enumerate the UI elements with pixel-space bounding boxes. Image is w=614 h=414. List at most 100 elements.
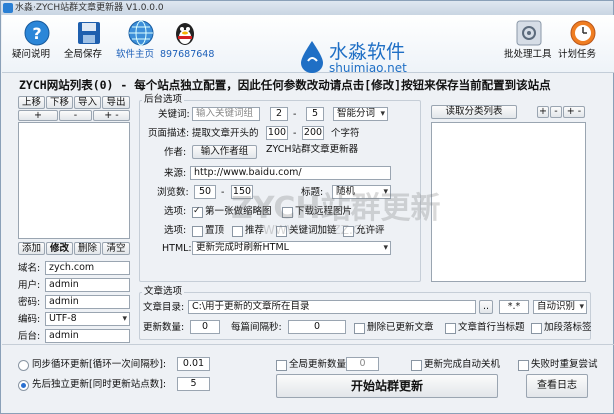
read-category-list-button[interactable]: 读取分类列表 xyxy=(431,105,517,119)
title-mode-label: 标题: xyxy=(301,187,324,198)
views-min-field[interactable]: 50 xyxy=(194,185,216,199)
site-list[interactable] xyxy=(18,122,130,239)
keyword-max-field[interactable]: 5 xyxy=(306,107,324,121)
interval-field[interactable]: 0 xyxy=(288,320,346,334)
author-label: 作者: xyxy=(164,147,187,158)
domain-label: 域名: xyxy=(18,263,41,274)
views-label: 浏览数: xyxy=(157,187,189,198)
sync-loop-radio[interactable]: 同步循环更新[循环一次间隔秒]: xyxy=(18,359,166,371)
retry-on-failure-checkbox[interactable]: 失败时重复尝试 xyxy=(518,359,598,371)
help-icon: ? xyxy=(24,20,50,46)
globe-icon xyxy=(128,20,154,46)
start-update-button[interactable]: 开始站群更新 xyxy=(276,374,498,398)
browse-dir-button[interactable]: .. xyxy=(479,300,493,314)
save-all-button[interactable]: 全局保存 xyxy=(64,19,114,60)
qq-link[interactable]: 897687648 xyxy=(160,19,214,60)
source-field[interactable]: http://www.baidu.com/ xyxy=(190,166,391,180)
article-dir-label: 文章目录: xyxy=(143,302,185,313)
source-label: 来源: xyxy=(164,168,187,179)
pin-top-checkbox[interactable]: 置顶 xyxy=(192,225,224,237)
category-minus-button[interactable]: - xyxy=(550,106,562,118)
interval-label: 每篇间隔秒: xyxy=(231,322,282,333)
site-list-minus-button[interactable]: - xyxy=(59,110,92,121)
water-drop-logo-icon xyxy=(301,41,323,73)
category-list[interactable] xyxy=(431,122,586,282)
clock-icon xyxy=(570,20,596,46)
description-label: 页面描述: xyxy=(148,128,190,139)
auto-shutdown-checkbox[interactable]: 更新完成自动关机 xyxy=(411,359,500,371)
import-button[interactable]: 导入 xyxy=(74,96,101,109)
domain-field[interactable]: zych.com xyxy=(45,261,130,275)
description-unit: 个字符 xyxy=(331,128,360,139)
move-down-button[interactable]: 下移 xyxy=(46,96,73,109)
keyword-mode-select[interactable]: 智能分词 xyxy=(333,107,388,121)
recommend-checkbox[interactable]: 推荐 xyxy=(232,225,264,237)
encoding-label: 编码: xyxy=(18,314,41,325)
keyword-input[interactable]: 输入关键词组 xyxy=(192,107,260,121)
download-remote-images-checkbox[interactable]: 下载远程图片 xyxy=(282,206,352,218)
html-mode-select[interactable]: 更新完成时刷新HTML xyxy=(192,241,391,255)
category-plus-button[interactable]: + xyxy=(537,106,549,118)
floppy-disk-icon xyxy=(78,22,100,44)
help-button[interactable]: ? 疑问说明 xyxy=(12,19,62,60)
keyword-link-checkbox[interactable]: 关键词加链 xyxy=(276,225,337,237)
delete-updated-checkbox[interactable]: 删除已更新文章 xyxy=(354,322,434,334)
main-window: 水淼·ZYCH站群文章更新器 V1.0.0.0 ? 疑问说明 全局保存 软件主页… xyxy=(0,0,614,414)
category-plusminus-button[interactable]: + - xyxy=(563,106,585,118)
toolbox-icon xyxy=(516,20,542,46)
article-options-title: 文章选项 xyxy=(142,286,185,298)
views-range-dash: - xyxy=(221,187,225,198)
options2-label: 选项: xyxy=(164,225,187,236)
first-line-title-checkbox[interactable]: 文章首行当标题 xyxy=(445,322,525,334)
global-update-count-checkbox[interactable]: 全局更新数量: xyxy=(276,359,349,371)
views-max-field[interactable]: 150 xyxy=(231,185,253,199)
update-count-field[interactable]: 0 xyxy=(190,320,220,334)
keyword-label: 关键词: xyxy=(158,109,190,120)
sequential-update-radio[interactable]: 先后独立更新[同时更新站点数]: xyxy=(18,379,166,391)
batch-tools-button[interactable]: 批处理工具 xyxy=(504,19,554,60)
password-field[interactable]: admin xyxy=(45,295,130,309)
backend-options-title: 后台选项 xyxy=(142,94,185,106)
article-encoding-select[interactable]: 自动识别 xyxy=(533,300,587,314)
site-list-plusminus-button[interactable]: + - xyxy=(93,110,130,121)
global-update-count-field[interactable]: 0 xyxy=(346,357,379,371)
svg-text:?: ? xyxy=(32,24,41,43)
title-mode-select[interactable]: 随机 xyxy=(332,185,391,199)
description-text: 提取文章开头的 xyxy=(192,128,259,139)
modify-site-button[interactable]: 修改 xyxy=(46,242,73,255)
description-min-field[interactable]: 100 xyxy=(266,126,288,140)
description-max-field[interactable]: 200 xyxy=(302,126,324,140)
backend-field[interactable]: admin xyxy=(45,329,130,343)
update-count-label: 更新数量: xyxy=(143,322,185,333)
title-bar: 水淼·ZYCH站群文章更新器 V1.0.0.0 xyxy=(1,1,613,15)
keyword-range-dash: - xyxy=(293,109,297,120)
add-site-button[interactable]: 添加 xyxy=(18,242,45,255)
sync-interval-field[interactable]: 0.01 xyxy=(177,357,210,371)
allow-comment-checkbox[interactable]: 允许评 xyxy=(343,225,385,237)
paragraph-tags-checkbox[interactable]: 加段落标签 xyxy=(531,322,592,334)
move-up-button[interactable]: 上移 xyxy=(18,96,45,109)
clear-sites-button[interactable]: 清空 xyxy=(102,242,130,255)
homepage-link[interactable]: 软件主页 xyxy=(116,19,166,60)
user-field[interactable]: admin xyxy=(45,278,130,292)
site-list-heading: ZYCH网站列表(0) - 每个站点独立配置，因此任何参数改动请点击[修改]按钮… xyxy=(19,78,551,92)
user-label: 用户: xyxy=(18,280,41,291)
delete-site-button[interactable]: 删除 xyxy=(74,242,101,255)
encoding-select[interactable]: UTF-8 xyxy=(45,312,130,326)
article-dir-field[interactable]: C:\用于更新的文章所在目录 xyxy=(188,300,476,314)
bottom-divider xyxy=(2,344,614,345)
export-button[interactable]: 导出 xyxy=(102,96,130,109)
description-range-dash: - xyxy=(293,128,297,139)
backend-label: 后台: xyxy=(18,331,41,342)
file-pattern-field[interactable]: *.* xyxy=(499,300,529,314)
view-log-button[interactable]: 查看日志 xyxy=(526,374,588,398)
keyword-min-field[interactable]: 2 xyxy=(270,107,288,121)
concurrent-sites-field[interactable]: 5 xyxy=(177,377,210,391)
app-icon xyxy=(3,3,13,13)
author-group-button[interactable]: 输入作者组 xyxy=(192,145,257,159)
author-value[interactable]: ZYCH站群文章更新器 xyxy=(263,144,391,159)
first-image-thumbnail-checkbox[interactable]: 第一张做缩略图 xyxy=(192,205,272,218)
schedule-button[interactable]: 计划任务 xyxy=(558,19,608,60)
window-title: 水淼·ZYCH站群文章更新器 V1.0.0.0 xyxy=(15,3,164,13)
site-list-plus-button[interactable]: + xyxy=(18,110,58,121)
